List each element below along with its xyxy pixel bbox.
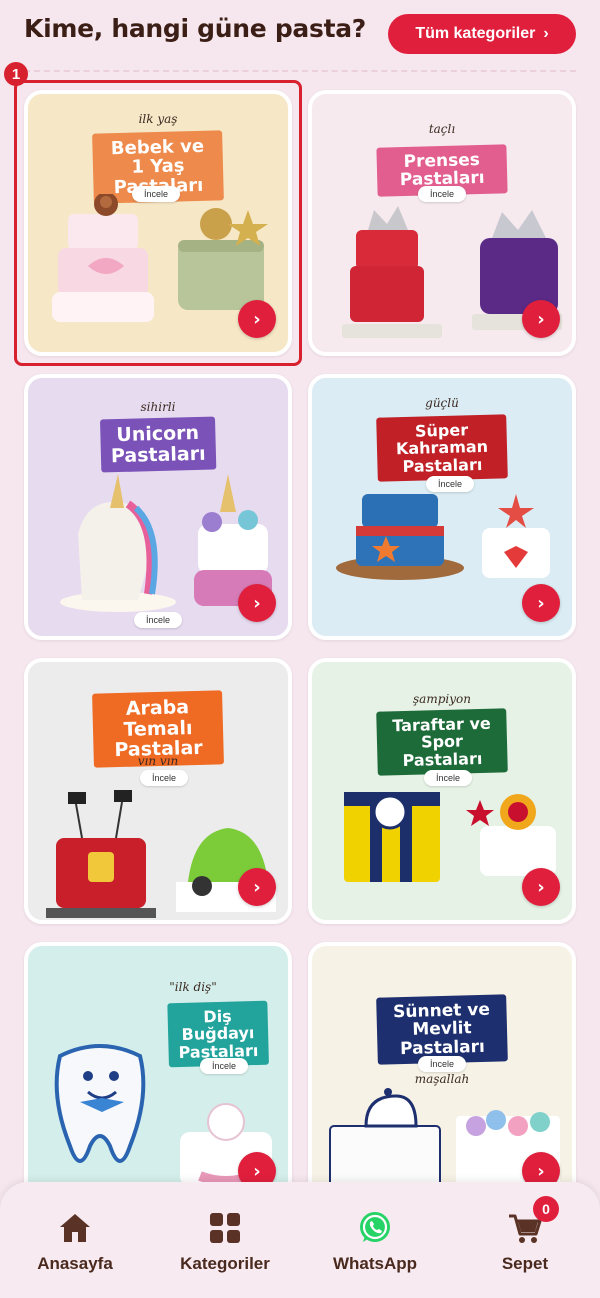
- whatsapp-icon: [360, 1212, 390, 1242]
- card-go-button[interactable]: ›: [238, 584, 276, 622]
- card-tagline: taçlı: [428, 122, 456, 136]
- all-categories-button[interactable]: Tüm kategoriler ›: [388, 14, 576, 54]
- card-tagline: sihirli: [140, 400, 176, 414]
- card-title: Unicorn Pastaları: [99, 416, 217, 473]
- card-tagline: güçlü: [425, 396, 459, 410]
- nav-item-home[interactable]: Anasayfa: [5, 1210, 145, 1274]
- nav-label: WhatsApp: [332, 1254, 418, 1273]
- card-go-button[interactable]: ›: [522, 868, 560, 906]
- divider: [24, 70, 576, 72]
- card-go-button[interactable]: ›: [522, 300, 560, 338]
- nav-label: Sepet: [501, 1254, 549, 1273]
- inspect-button[interactable]: İncele: [418, 1056, 467, 1072]
- grid-icon: [210, 1213, 240, 1243]
- category-card-prenses[interactable]: taçlı Prenses Pastaları İncele ›: [308, 90, 576, 356]
- nav-label: Kategoriler: [180, 1254, 270, 1273]
- category-card-dis-bugdayi[interactable]: "ilk diş" Diş Buğdayı Pastaları İncele ›: [24, 942, 292, 1208]
- nav-item-whatsapp[interactable]: WhatsApp: [305, 1210, 445, 1274]
- highlight-badge: 1: [4, 62, 28, 86]
- card-tagline: "ilk diş": [169, 980, 217, 994]
- nav-item-cart[interactable]: Sepet 0: [455, 1196, 595, 1274]
- bottom-nav: Anasayfa Kategoriler WhatsApp Sepet 0: [0, 1182, 600, 1298]
- category-card-super-kahraman[interactable]: güçlü Süper Kahraman Pastaları İncele ›: [308, 374, 576, 640]
- nav-label: Anasayfa: [37, 1254, 113, 1273]
- category-card-taraftar[interactable]: şampiyon Taraftar ve Spor Pastaları İnce…: [308, 658, 576, 924]
- page-title: Kime, hangi güne pasta?: [24, 14, 367, 43]
- card-title: Süper Kahraman Pastaları: [376, 414, 508, 482]
- card-title: Sünnet ve Mevlit Pastaları: [376, 994, 508, 1065]
- card-tagline: vın vın: [137, 754, 179, 768]
- category-card-sunnet[interactable]: Sünnet ve Mevlit Pastaları İncele maşall…: [308, 942, 576, 1208]
- card-go-button[interactable]: ›: [238, 300, 276, 338]
- all-categories-label: Tüm kategoriler: [415, 25, 536, 42]
- category-card-araba[interactable]: Araba Temalı Pastalar vın vın İncele ›: [24, 658, 292, 924]
- card-go-button[interactable]: ›: [522, 584, 560, 622]
- category-card-unicorn[interactable]: sihirli Unicorn Pastaları İncele ›: [24, 374, 292, 640]
- header: Kime, hangi güne pasta? Tüm kategoriler …: [0, 0, 600, 70]
- card-go-button[interactable]: ›: [238, 868, 276, 906]
- cart-count-badge: 0: [533, 1196, 559, 1222]
- chevron-right-icon: ›: [543, 25, 549, 42]
- category-grid: ilk yaş Bebek ve 1 Yaş Pastaları İncele …: [24, 90, 576, 1208]
- card-tagline: şampiyon: [413, 692, 471, 706]
- category-card-bebek[interactable]: ilk yaş Bebek ve 1 Yaş Pastaları İncele …: [24, 90, 292, 356]
- home-icon: [60, 1214, 90, 1242]
- card-tagline: ilk yaş: [138, 112, 178, 126]
- inspect-button[interactable]: İncele: [134, 612, 183, 628]
- card-tagline: maşallah: [414, 1072, 470, 1086]
- card-title: Taraftar ve Spor Pastaları: [376, 708, 508, 776]
- nav-item-categories[interactable]: Kategoriler: [155, 1210, 295, 1274]
